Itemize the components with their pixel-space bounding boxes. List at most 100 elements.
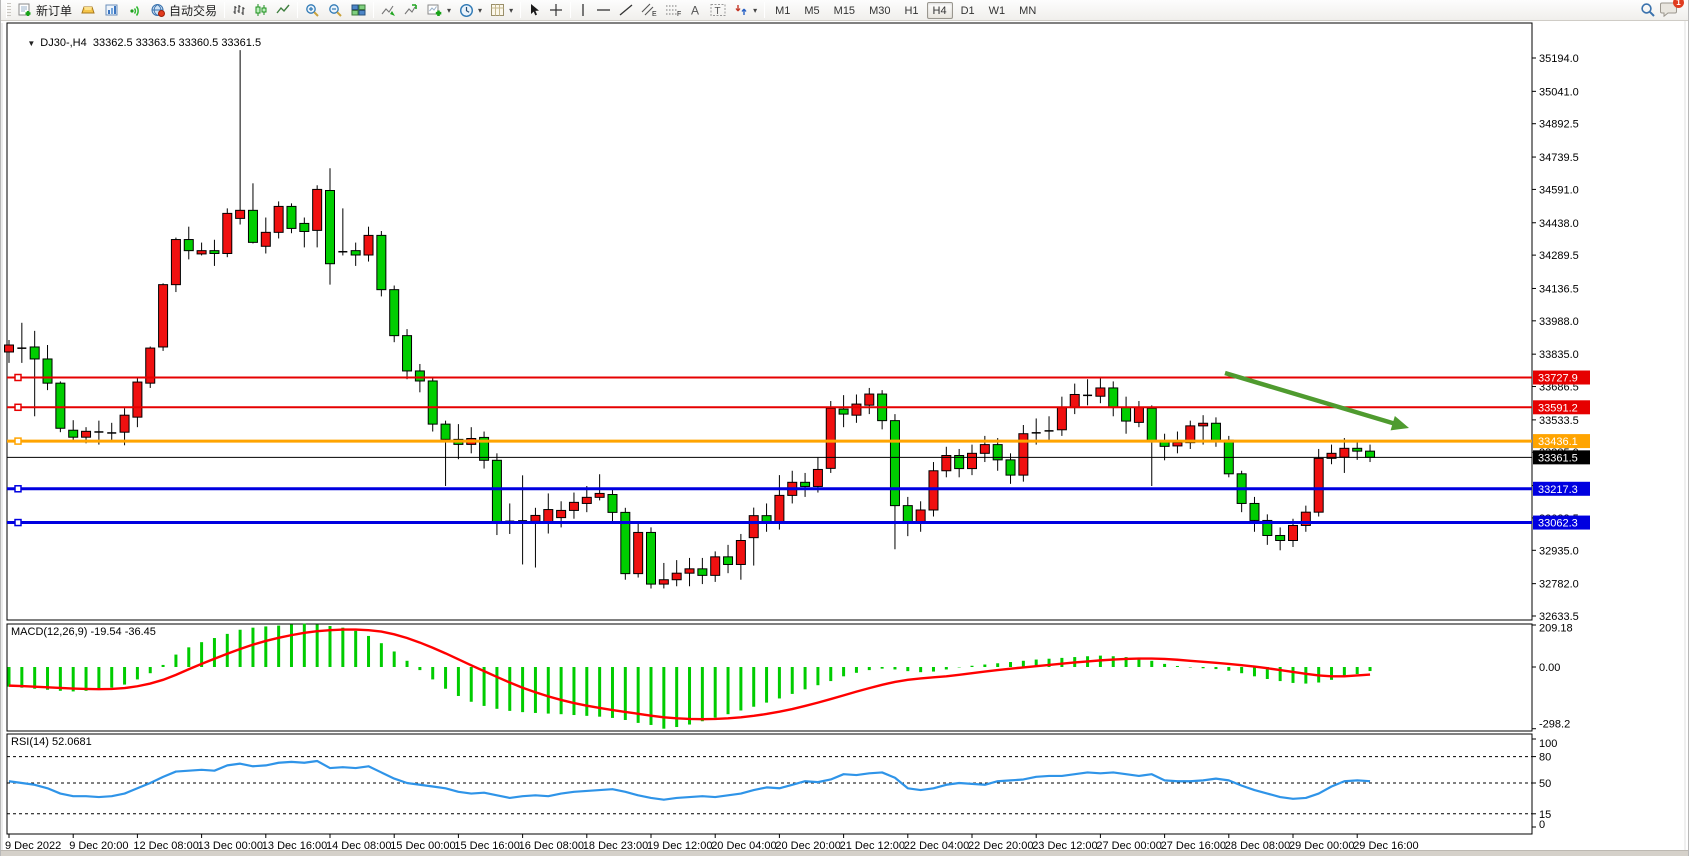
vertical-line-tool-button[interactable]	[574, 1, 592, 20]
zoom-in-button[interactable]	[301, 1, 324, 20]
chart-shift-button[interactable]	[400, 1, 423, 20]
svg-text:33062.3: 33062.3	[1538, 518, 1578, 530]
chart-template-button[interactable]: ▾	[486, 1, 517, 20]
chart-region: 35194.035041.034892.534739.534591.034438…	[1, 21, 1688, 856]
signal-waves-icon	[127, 3, 142, 17]
svg-text:33988.0: 33988.0	[1539, 316, 1579, 328]
symbol-dropdown-icon[interactable]: ▼	[27, 39, 35, 48]
separator	[764, 2, 765, 18]
chart-canvas[interactable]: 35194.035041.034892.534739.534591.034438…	[1, 21, 1689, 856]
chat-button[interactable]: 1	[1660, 1, 1678, 20]
timeframe-m5-button[interactable]: M5	[798, 2, 825, 19]
ohlc-values: 33362.5 33363.5 33360.5 33361.5	[93, 37, 261, 49]
macd-indicator-label: MACD(12,26,9) -19.54 -36.45	[11, 626, 156, 638]
line-chart-icon	[276, 3, 290, 17]
template-icon	[490, 3, 505, 17]
gold-button[interactable]	[76, 1, 100, 20]
timeframe-w1-button[interactable]: W1	[983, 2, 1012, 19]
new-order-button[interactable]: 新订单	[14, 1, 76, 20]
zoom-out-button[interactable]	[324, 1, 347, 20]
auto-trading-button[interactable]: 自动交易	[146, 1, 221, 20]
text-tool-button[interactable]: A	[685, 1, 706, 20]
new-order-label: 新订单	[36, 2, 72, 19]
tile-windows-icon	[351, 3, 366, 17]
svg-text:34591.0: 34591.0	[1539, 184, 1579, 196]
fibonacci-tool-button[interactable]: F	[661, 1, 685, 20]
svg-text:33217.3: 33217.3	[1538, 484, 1578, 496]
rsi-indicator-label: RSI(14) 52.0681	[11, 736, 92, 748]
svg-text:80: 80	[1539, 752, 1551, 764]
status-bar	[1, 850, 1688, 856]
tile-windows-button[interactable]	[347, 1, 370, 20]
timeframe-h1-button[interactable]: H1	[898, 2, 924, 19]
svg-text:100: 100	[1539, 738, 1557, 750]
dropdown-caret: ▾	[478, 6, 482, 15]
new-order-icon	[18, 3, 33, 17]
terminal-window: 新订单 自动交易 ▾ ▾ ▾ E F A T ▾	[0, 0, 1689, 856]
zoom-in-icon	[305, 3, 320, 18]
svg-text:32633.5: 32633.5	[1539, 611, 1579, 623]
svg-text:34438.0: 34438.0	[1539, 218, 1579, 230]
periods-button[interactable]: ▾	[455, 1, 486, 20]
svg-text:35194.0: 35194.0	[1539, 53, 1579, 65]
separator	[224, 2, 225, 18]
horizontal-line-tool-button[interactable]	[592, 1, 615, 20]
toolbar: 新订单 自动交易 ▾ ▾ ▾ E F A T ▾	[1, 0, 1688, 21]
timeframe-mn-button[interactable]: MN	[1013, 2, 1042, 19]
svg-text:35041.0: 35041.0	[1539, 86, 1579, 98]
text-label-icon: T	[710, 3, 726, 17]
toolbar-grip[interactable]	[6, 3, 11, 18]
timeframe-h4-button[interactable]: H4	[927, 2, 953, 19]
timeframe-d1-button[interactable]: D1	[955, 2, 981, 19]
svg-text:0.00: 0.00	[1539, 662, 1560, 674]
text-a-icon: A	[689, 3, 702, 17]
trendline-icon	[619, 3, 633, 17]
market-watch-icon	[104, 3, 119, 17]
chart-shift-icon	[404, 3, 419, 17]
channel-e-icon: E	[641, 3, 657, 17]
separator	[520, 2, 521, 18]
trendline-tool-button[interactable]	[615, 1, 637, 20]
notification-badge: 1	[1673, 0, 1684, 8]
svg-text:0: 0	[1539, 819, 1545, 831]
timeframe-m30-button[interactable]: M30	[863, 2, 896, 19]
market-watch-button[interactable]	[100, 1, 123, 20]
dropdown-caret: ▾	[753, 6, 757, 15]
add-indicator-button[interactable]: ▾	[423, 1, 455, 20]
gold-bar-icon	[80, 3, 96, 17]
equidistant-channel-tool-button[interactable]: E	[637, 1, 661, 20]
svg-text:F: F	[677, 11, 681, 17]
svg-text:50: 50	[1539, 778, 1551, 790]
clock-icon	[459, 3, 474, 18]
search-button[interactable]	[1636, 1, 1660, 20]
auto-scroll-button[interactable]	[377, 1, 400, 20]
signals-button[interactable]	[123, 1, 146, 20]
zoom-out-icon	[328, 3, 343, 18]
svg-text:A: A	[691, 4, 699, 18]
timeframe-m15-button[interactable]: M15	[828, 2, 861, 19]
svg-text:33835.0: 33835.0	[1539, 349, 1579, 361]
crosshair-tool-button[interactable]	[545, 1, 567, 20]
timeframe-m1-button[interactable]: M1	[769, 2, 796, 19]
horizontal-line-icon	[596, 3, 611, 17]
text-label-tool-button[interactable]: T	[706, 1, 730, 20]
dropdown-caret: ▾	[509, 6, 513, 15]
bar-chart-icon	[232, 3, 246, 17]
separator	[570, 2, 571, 18]
svg-text:33533.5: 33533.5	[1539, 415, 1579, 427]
line-chart-button[interactable]	[272, 1, 294, 20]
arrows-tool-button[interactable]: ▾	[730, 1, 761, 20]
symbol-period: DJ30-,H4	[40, 37, 86, 49]
candlestick-icon	[254, 3, 268, 17]
svg-text:32935.0: 32935.0	[1539, 545, 1579, 557]
svg-text:32782.0: 32782.0	[1539, 579, 1579, 591]
auto-scroll-icon	[381, 3, 396, 17]
auto-trading-globe-icon	[150, 3, 166, 18]
fibonacci-f-icon: F	[665, 3, 681, 17]
bar-chart-button[interactable]	[228, 1, 250, 20]
svg-text:33436.1: 33436.1	[1538, 436, 1578, 448]
chat-bubble-icon	[1660, 6, 1678, 20]
cursor-tool-button[interactable]	[524, 1, 545, 20]
svg-text:-298.2: -298.2	[1539, 719, 1570, 731]
candlestick-chart-button[interactable]	[250, 1, 272, 20]
